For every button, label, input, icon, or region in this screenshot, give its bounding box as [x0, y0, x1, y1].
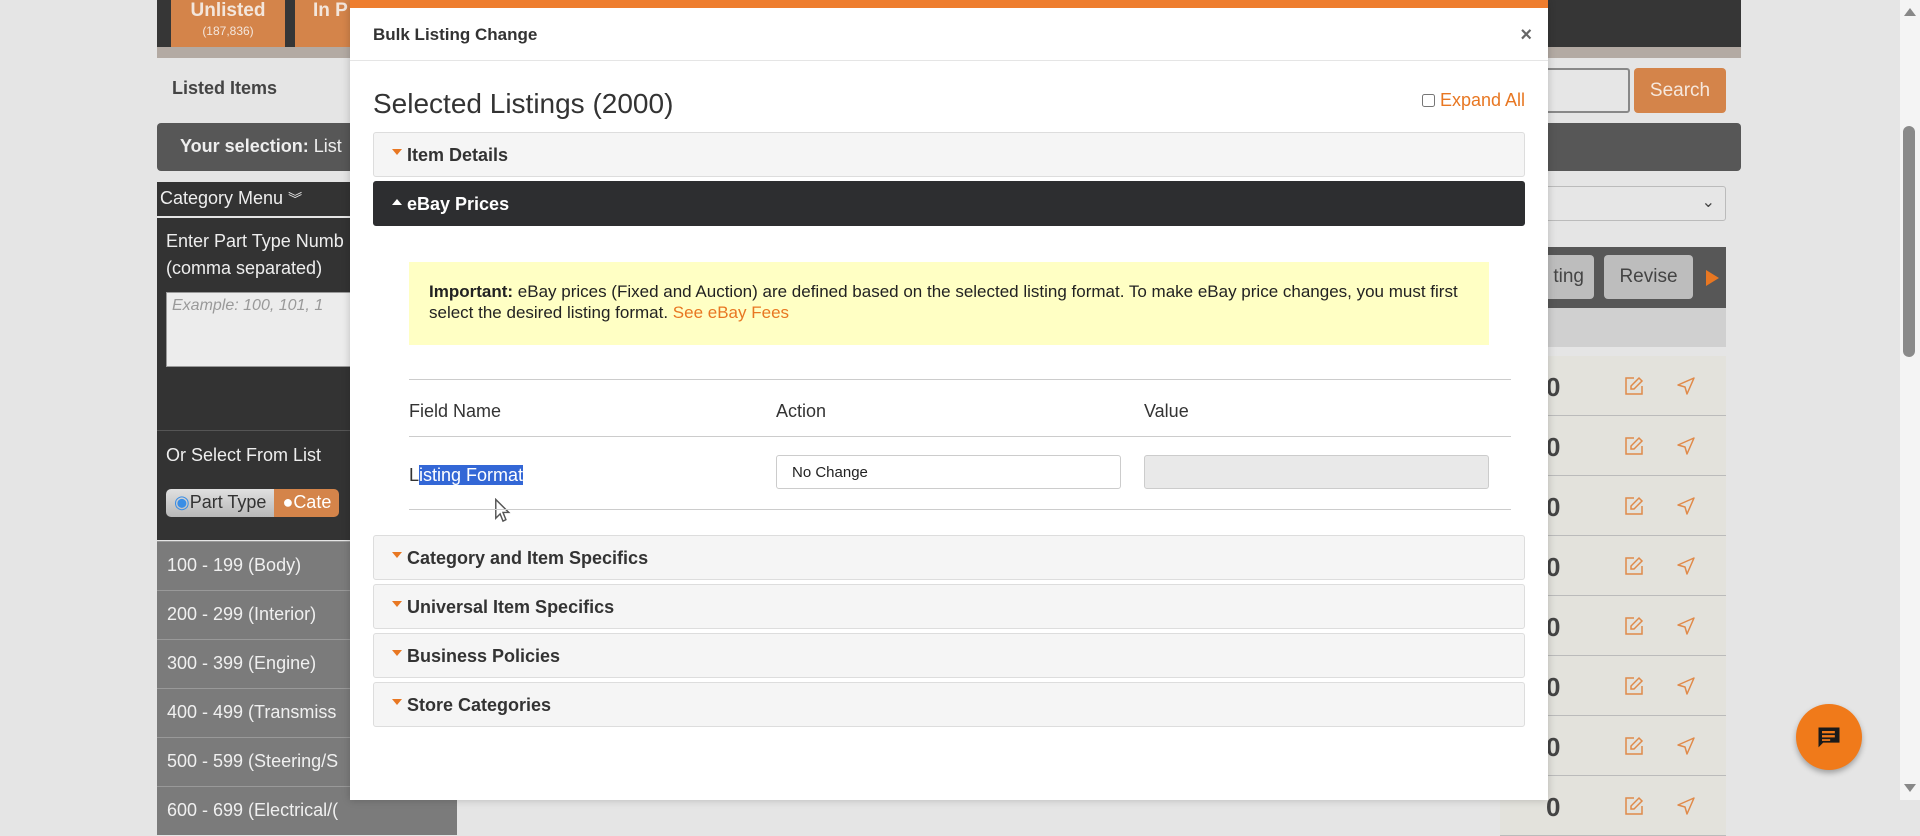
caret-up-icon	[392, 199, 402, 205]
section-category-item-specifics[interactable]: Category and Item Specifics	[373, 535, 1525, 580]
caret-down-icon	[392, 552, 402, 558]
radio-part-type[interactable]: ◉Part Type	[166, 489, 275, 517]
tab-in-progress[interactable]: In P	[295, 0, 355, 47]
tab-count: (187,836)	[202, 24, 254, 38]
tab-unlisted[interactable]: Unlisted (187,836)	[171, 0, 285, 47]
row-value: 0	[1546, 792, 1561, 822]
table-divider	[409, 509, 1511, 510]
edit-icon[interactable]	[1624, 556, 1644, 576]
caret-down-icon	[392, 601, 402, 607]
send-icon[interactable]	[1676, 736, 1696, 756]
section-label: Item Details	[407, 145, 509, 165]
expand-all-toggle[interactable]: Expand All	[1421, 90, 1525, 111]
tab-label: In P	[313, 0, 348, 21]
edit-icon[interactable]	[1624, 616, 1644, 636]
scroll-down-icon[interactable]	[1904, 784, 1916, 792]
notice-label: Important:	[429, 282, 514, 301]
scroll-right-arrow-icon[interactable]	[1706, 270, 1719, 286]
section-label: Business Policies	[407, 646, 561, 666]
expand-all-label: Expand All	[1439, 90, 1525, 110]
field-text: L	[409, 465, 420, 485]
edit-icon[interactable]	[1624, 376, 1644, 396]
revise-button[interactable]: Revise	[1604, 255, 1693, 299]
send-icon[interactable]	[1676, 376, 1696, 396]
edit-icon[interactable]	[1624, 796, 1644, 816]
notice-text: eBay prices (Fixed and Auction) are defi…	[429, 282, 1458, 322]
selection-value: List	[313, 136, 342, 156]
section-label: Category and Item Specifics	[407, 548, 649, 568]
edit-icon[interactable]	[1624, 496, 1644, 516]
scroll-up-icon[interactable]	[1904, 8, 1916, 16]
radio-label: Part Type	[189, 492, 267, 512]
expand-all-checkbox[interactable]	[1421, 94, 1435, 107]
value-input[interactable]	[1144, 455, 1489, 489]
column-header-value: Value	[1144, 401, 1189, 421]
row-value: 0	[1546, 492, 1561, 522]
important-notice: Important: eBay prices (Fixed and Auctio…	[409, 262, 1489, 345]
row-value: 0	[1546, 732, 1561, 762]
chevron-down-icon: ⌄	[1701, 194, 1715, 211]
caret-down-icon	[392, 699, 402, 705]
row-value: 0	[1546, 432, 1561, 462]
scrollbar-thumb[interactable]	[1903, 126, 1915, 357]
send-icon[interactable]	[1676, 496, 1696, 516]
section-universal-item-specifics[interactable]: Universal Item Specifics	[373, 584, 1525, 629]
row-value: 0	[1546, 552, 1561, 582]
close-icon[interactable]: ×	[1520, 24, 1532, 47]
send-icon[interactable]	[1676, 676, 1696, 696]
radio-label: Cate	[293, 492, 332, 512]
edit-icon[interactable]	[1624, 736, 1644, 756]
section-ebay-prices[interactable]: eBay Prices	[373, 181, 1525, 226]
search-button[interactable]: Search	[1634, 68, 1726, 113]
radio-selected-icon: ◉	[174, 492, 190, 512]
bulk-listing-change-modal: Bulk Listing Change × Selected Listings …	[350, 0, 1548, 800]
double-chevron-down-icon: ︾	[288, 191, 303, 207]
edit-icon[interactable]	[1624, 676, 1644, 696]
row-value: 0	[1546, 612, 1561, 642]
send-icon[interactable]	[1676, 436, 1696, 456]
column-header-field-name: Field Name	[409, 401, 502, 421]
table-divider	[409, 379, 1511, 380]
send-icon[interactable]	[1676, 616, 1696, 636]
listed-items-heading: Listed Items	[172, 78, 278, 98]
row-value: 0	[1546, 372, 1561, 402]
section-label: eBay Prices	[407, 194, 510, 214]
action-select[interactable]: No Change	[776, 455, 1121, 489]
column-header-action: Action	[776, 401, 827, 421]
scrollbar[interactable]	[1900, 0, 1920, 800]
edit-icon[interactable]	[1624, 436, 1644, 456]
section-label: Universal Item Specifics	[407, 597, 615, 617]
field-name-listing-format: Listing Format	[409, 465, 524, 486]
field-text-selected: isting Format	[419, 465, 524, 485]
category-menu-label: Category Menu	[160, 188, 284, 208]
section-label: Store Categories	[407, 695, 552, 715]
caret-down-icon	[392, 149, 402, 155]
mouse-cursor-icon	[495, 498, 511, 523]
section-store-categories[interactable]: Store Categories	[373, 682, 1525, 727]
send-icon[interactable]	[1676, 796, 1696, 816]
selection-label: Your selection:	[180, 136, 309, 156]
table-divider	[409, 436, 1511, 437]
list-type-radio-group: ◉Part Type ●Cate	[166, 489, 340, 517]
caret-down-icon	[392, 650, 402, 656]
send-icon[interactable]	[1676, 556, 1696, 576]
radio-category[interactable]: ●Cate	[274, 489, 340, 517]
row-value: 0	[1546, 672, 1561, 702]
divider	[350, 60, 1548, 61]
radio-icon: ●	[282, 492, 294, 512]
see-ebay-fees-link[interactable]: See eBay Fees	[673, 303, 789, 322]
selected-listings-heading: Selected Listings (2000)	[373, 88, 674, 119]
tab-label: Unlisted	[190, 0, 266, 21]
section-business-policies[interactable]: Business Policies	[373, 633, 1525, 678]
modal-title: Bulk Listing Change	[373, 25, 538, 44]
chat-button[interactable]	[1796, 704, 1862, 770]
chat-icon	[1818, 727, 1840, 748]
section-item-details[interactable]: Item Details	[373, 132, 1525, 177]
search-input[interactable]	[1540, 68, 1630, 113]
